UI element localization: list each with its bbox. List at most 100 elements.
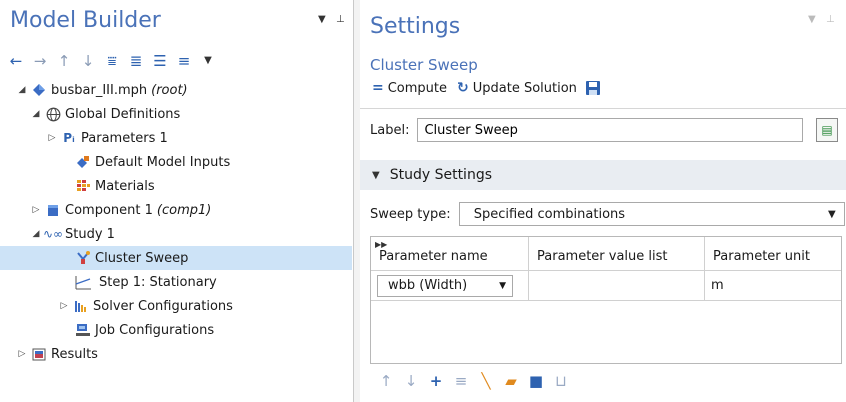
tree-node-job-configurations[interactable]: Job Configurations <box>0 318 352 342</box>
column-header[interactable]: ▶▶ Parameter name <box>371 237 529 270</box>
chevron-down-icon: ▼ <box>827 208 836 220</box>
sweep-type-row: Sweep type: Specified combinations ▼ <box>370 202 845 226</box>
cluster-sweep-icon <box>74 250 92 266</box>
divider <box>360 108 846 109</box>
update-solution-label: Update Solution <box>472 80 577 96</box>
table-row[interactable]: wbb (Width) ▼ m <box>371 271 841 301</box>
range-icon[interactable]: ⊔ <box>553 372 569 390</box>
arrow-up-icon[interactable]: ↑ <box>56 52 72 70</box>
expand-toggle-icon[interactable]: ◢ <box>30 109 42 119</box>
tree-node-study[interactable]: ◢ ∿∞ Study 1 <box>0 222 352 246</box>
list-icon[interactable]: ≡ <box>176 52 192 70</box>
tree-node-materials[interactable]: Materials <box>0 174 352 198</box>
tree-node-results[interactable]: ▷ Results <box>0 342 352 366</box>
model-inputs-icon <box>74 154 92 170</box>
table-toolbar: ↑ ↓ + ≡ ╲ ▰ ■ ⊔ <box>378 372 569 390</box>
pin-icon[interactable]: ⊥ <box>826 14 835 25</box>
clear-icon[interactable]: ╲ <box>478 372 494 390</box>
sweep-type-caption: Sweep type: <box>370 206 451 222</box>
expand-icon[interactable]: ☰ <box>152 52 168 70</box>
model-icon <box>30 82 48 98</box>
label-row: Label: <box>370 118 804 142</box>
section-caret-icon: ▼ <box>372 169 380 181</box>
tree-node-parameters[interactable]: ▷ Pᵢ Parameters 1 <box>0 126 352 150</box>
pin-icon[interactable]: ⊥ <box>336 14 345 25</box>
collapse-toggle-icon[interactable]: ▷ <box>16 349 28 359</box>
tree-node-step-stationary[interactable]: Step 1: Stationary <box>0 270 352 294</box>
expand-toggle-icon[interactable]: ◢ <box>16 85 28 95</box>
save-icon[interactable]: ■ <box>528 372 544 390</box>
model-builder-title: Model Builder <box>10 8 161 33</box>
collapse-toggle-icon[interactable]: ▷ <box>46 133 58 143</box>
tree-node-label: Materials <box>95 178 155 194</box>
settings-toolbar: = Compute ↻ Update Solution <box>372 80 601 96</box>
arrow-left-icon[interactable]: ← <box>8 52 24 70</box>
tree-node-tag: (comp1) <box>156 202 212 218</box>
table-cell[interactable] <box>529 271 705 300</box>
section-title: Study Settings <box>389 167 492 183</box>
compute-icon: = <box>372 80 384 96</box>
label-input[interactable] <box>417 118 804 142</box>
arrow-right-icon[interactable]: → <box>32 52 48 70</box>
tree-node-label: Study 1 <box>65 226 115 242</box>
tree-node-label: Job Configurations <box>95 322 215 338</box>
column-header[interactable]: Parameter value list <box>529 237 705 270</box>
tree-node-label: busbar_III.mph <box>51 82 148 98</box>
stationary-step-icon <box>74 274 92 290</box>
table-cell[interactable]: wbb (Width) ▼ <box>371 271 529 300</box>
move-down-icon[interactable]: ↓ <box>403 372 419 390</box>
settings-subtitle: Cluster Sweep <box>370 56 478 74</box>
collapse-toggle-icon[interactable]: ▷ <box>30 205 42 215</box>
sweep-type-value: Specified combinations <box>473 206 626 222</box>
pane-menu-icon[interactable]: ▼ <box>808 14 816 25</box>
model-builder-pane: Model Builder ▼ ⊥ ← → ↑ ↓ ⩸ ≣ ☰ ≡ ▼ ◢ bu… <box>0 0 354 402</box>
arrow-down-icon[interactable]: ↓ <box>80 52 96 70</box>
tree-node-label: Default Model Inputs <box>95 154 231 170</box>
results-icon <box>30 346 48 362</box>
update-solution-button[interactable]: ↻ Update Solution <box>457 80 577 96</box>
settings-title: Settings <box>370 14 461 39</box>
tree-node-component[interactable]: ▷ Component 1 (comp1) <box>0 198 352 222</box>
parameter-table: ▶▶ Parameter name Parameter value list P… <box>370 236 842 364</box>
tree-node-label: Component 1 <box>65 202 153 218</box>
tree-node-label: Solver Configurations <box>93 298 233 314</box>
tree-node-solver-configurations[interactable]: ▷ Solver Configurations <box>0 294 352 318</box>
documentation-button[interactable]: ▤ <box>816 118 838 142</box>
tree-node-root[interactable]: ◢ busbar_III.mph (root) <box>0 78 352 102</box>
compute-button[interactable]: = Compute <box>372 80 447 96</box>
parameters-icon: Pᵢ <box>63 131 75 145</box>
fast-forward-icon[interactable]: ▶▶ <box>375 240 387 249</box>
label-caption: Label: <box>370 122 410 138</box>
parameter-name-select[interactable]: wbb (Width) ▼ <box>377 274 513 297</box>
tree-node-default-model-inputs[interactable]: Default Model Inputs <box>0 150 352 174</box>
column-header-label: Parameter unit <box>713 249 810 264</box>
expand-toggle-icon[interactable]: ◢ <box>30 229 42 239</box>
column-header[interactable]: Parameter unit <box>705 237 841 270</box>
compute-label: Compute <box>387 80 448 96</box>
component-icon <box>44 202 62 218</box>
load-icon[interactable]: ▰ <box>503 372 519 390</box>
column-header-label: Parameter name <box>379 249 488 264</box>
solver-icon <box>72 298 90 314</box>
materials-icon <box>74 178 92 194</box>
sweep-type-select[interactable]: Specified combinations ▼ <box>458 202 845 226</box>
column-header-label: Parameter value list <box>537 249 668 264</box>
study-settings-section[interactable]: ▼ Study Settings <box>360 160 846 190</box>
chevron-down-icon: ▼ <box>499 280 506 291</box>
tree-node-cluster-sweep[interactable]: Cluster Sweep <box>0 246 352 270</box>
pane-menu-icon[interactable]: ▼ <box>318 14 326 25</box>
move-up-icon[interactable]: ↑ <box>378 372 394 390</box>
tree-node-label: Results <box>51 346 98 362</box>
tree-node-label: Global Definitions <box>65 106 181 122</box>
tree-node-global-definitions[interactable]: ◢ Global Definitions <box>0 102 352 126</box>
dropdown-icon[interactable]: ▼ <box>200 52 216 70</box>
delete-icon[interactable]: ≡ <box>453 372 469 390</box>
collapse-icon[interactable]: ≣ <box>128 52 144 70</box>
collapse-toggle-icon[interactable]: ▷ <box>58 301 70 311</box>
add-icon[interactable]: + <box>428 372 444 390</box>
table-cell[interactable]: m <box>705 271 841 300</box>
table-header: ▶▶ Parameter name Parameter value list P… <box>371 237 841 271</box>
save-button[interactable] <box>585 80 601 96</box>
filter-icon[interactable]: ⩸ <box>104 52 120 70</box>
model-builder-toolbar: ← → ↑ ↓ ⩸ ≣ ☰ ≡ ▼ <box>8 50 216 72</box>
